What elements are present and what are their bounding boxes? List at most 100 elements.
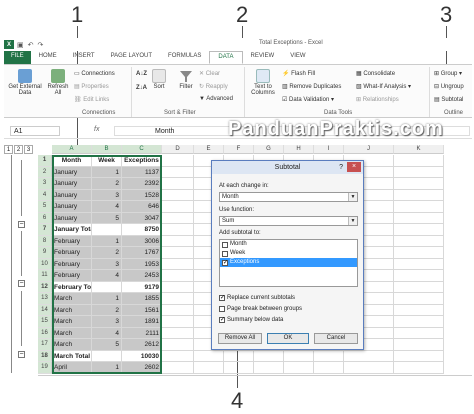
replace-subtotals-option[interactable]: ✓ Replace current subtotals [219,295,295,301]
column-header[interactable]: B [92,145,122,154]
empty-cell[interactable] [162,350,194,362]
ungroup-button[interactable]: ⊟ Ungroup [434,83,464,90]
edit-links-button[interactable]: ⛓ Edit Links [74,96,109,103]
column-header[interactable]: F [224,145,254,154]
empty-cell[interactable] [254,350,284,362]
empty-cell[interactable] [394,316,444,328]
column-header[interactable]: C [122,145,162,154]
checkbox-icon[interactable] [222,250,228,257]
empty-cell[interactable] [394,247,444,259]
column-header[interactable]: G [254,145,284,154]
list-item-month[interactable]: Month [220,240,357,249]
row-header[interactable]: 2 [38,166,52,178]
empty-cell[interactable] [162,155,194,167]
column-header[interactable]: H [284,145,314,154]
sort-za-icon[interactable]: Z↓A [136,85,147,91]
row-header[interactable]: 10 [38,258,52,270]
empty-cell[interactable] [394,189,444,201]
empty-cell[interactable] [162,189,194,201]
empty-cell[interactable] [394,281,444,293]
row-header[interactable]: 16 [38,327,52,339]
checkbox-icon[interactable] [219,306,225,312]
collapse-group-button[interactable]: − [18,221,25,228]
sort-button[interactable]: Sort [150,69,168,90]
get-external-data-button[interactable]: Get External Data [6,69,44,96]
outline-level-3-button[interactable]: 3 [24,145,33,154]
chevron-down-icon[interactable]: ▼ [348,217,357,225]
tab-page-layout[interactable]: PAGE LAYOUT [103,51,160,64]
outline-level-2-button[interactable]: 2 [14,145,23,154]
refresh-all-button[interactable]: Refresh All [46,69,70,96]
row-header[interactable]: 9 [38,247,52,259]
empty-cell[interactable] [394,178,444,190]
empty-cell[interactable] [394,235,444,247]
empty-cell[interactable] [162,270,194,282]
row-header[interactable]: 1 [38,155,52,167]
empty-cell[interactable] [394,304,444,316]
empty-cell[interactable] [162,304,194,316]
relationships-button[interactable]: ⊞ Relationships [356,96,399,103]
outline-level-1-button[interactable]: 1 [4,145,13,154]
what-if-button[interactable]: ▧ What-If Analysis ▾ [356,83,411,90]
empty-cell[interactable] [254,362,284,374]
empty-cell[interactable] [394,166,444,178]
empty-cell[interactable] [284,350,314,362]
empty-cell[interactable] [394,362,444,374]
help-icon[interactable]: ? [339,161,343,174]
empty-cell[interactable] [162,235,194,247]
column-header[interactable]: D [162,145,194,154]
empty-cell[interactable] [394,224,444,236]
row-header[interactable]: 11 [38,270,52,282]
empty-cell[interactable] [394,155,444,167]
advanced-button[interactable]: ▼ Advanced [199,96,233,102]
empty-cell[interactable] [162,339,194,351]
row-header[interactable]: 7 [38,224,52,236]
empty-cell[interactable] [162,316,194,328]
empty-cell[interactable] [394,293,444,305]
empty-cell[interactable] [162,178,194,190]
filter-button[interactable]: Filter [176,69,196,90]
row-header[interactable]: 15 [38,316,52,328]
column-header[interactable]: E [194,145,224,154]
consolidate-button[interactable]: ▦ Consolidate [356,70,395,77]
column-header[interactable]: I [314,145,344,154]
chevron-down-icon[interactable]: ▼ [348,193,357,201]
row-header[interactable]: 4 [38,189,52,201]
empty-cell[interactable] [394,201,444,213]
empty-cell[interactable] [162,201,194,213]
summary-below-option[interactable]: ✓ Summary below data [219,317,283,323]
close-icon[interactable]: × [347,162,361,172]
empty-cell[interactable] [344,362,394,374]
ok-button[interactable]: OK [267,333,309,344]
empty-cell[interactable] [194,362,224,374]
empty-cell[interactable] [314,350,344,362]
empty-cell[interactable] [162,247,194,259]
save-icon[interactable]: ▣ [17,41,24,49]
list-item-exceptions[interactable]: ✓ Exceptions [220,258,357,267]
fx-icon[interactable]: fx [94,126,99,133]
clear-button[interactable]: ✕ Clear [199,70,220,77]
empty-cell[interactable] [162,166,194,178]
tab-home[interactable]: HOME [31,51,65,64]
empty-cell[interactable] [344,350,394,362]
remove-duplicates-button[interactable]: ▥ Remove Duplicates [282,83,341,90]
column-header[interactable]: A [52,145,92,154]
checkbox-icon[interactable]: ✓ [219,317,225,323]
text-to-columns-button[interactable]: Text to Columns [249,69,277,96]
change-select[interactable]: Month ▼ [219,192,358,202]
row-header[interactable]: 12 [38,281,52,293]
empty-cell[interactable] [162,212,194,224]
redo-icon[interactable]: ↷ [38,41,44,49]
collapse-group-button[interactable]: − [18,351,25,358]
group-button[interactable]: ⊞ Group ▾ [434,70,462,77]
cancel-button[interactable]: Cancel [314,333,358,344]
row-header[interactable]: 3 [38,178,52,190]
row-header[interactable]: 8 [38,235,52,247]
empty-cell[interactable] [394,212,444,224]
empty-cell[interactable] [224,350,254,362]
empty-cell[interactable] [394,350,444,362]
properties-button[interactable]: ▤ Properties [74,83,109,90]
checkbox-icon[interactable]: ✓ [219,295,225,301]
empty-cell[interactable] [162,224,194,236]
data-validation-button[interactable]: ☑ Data Validation ▾ [282,96,334,103]
